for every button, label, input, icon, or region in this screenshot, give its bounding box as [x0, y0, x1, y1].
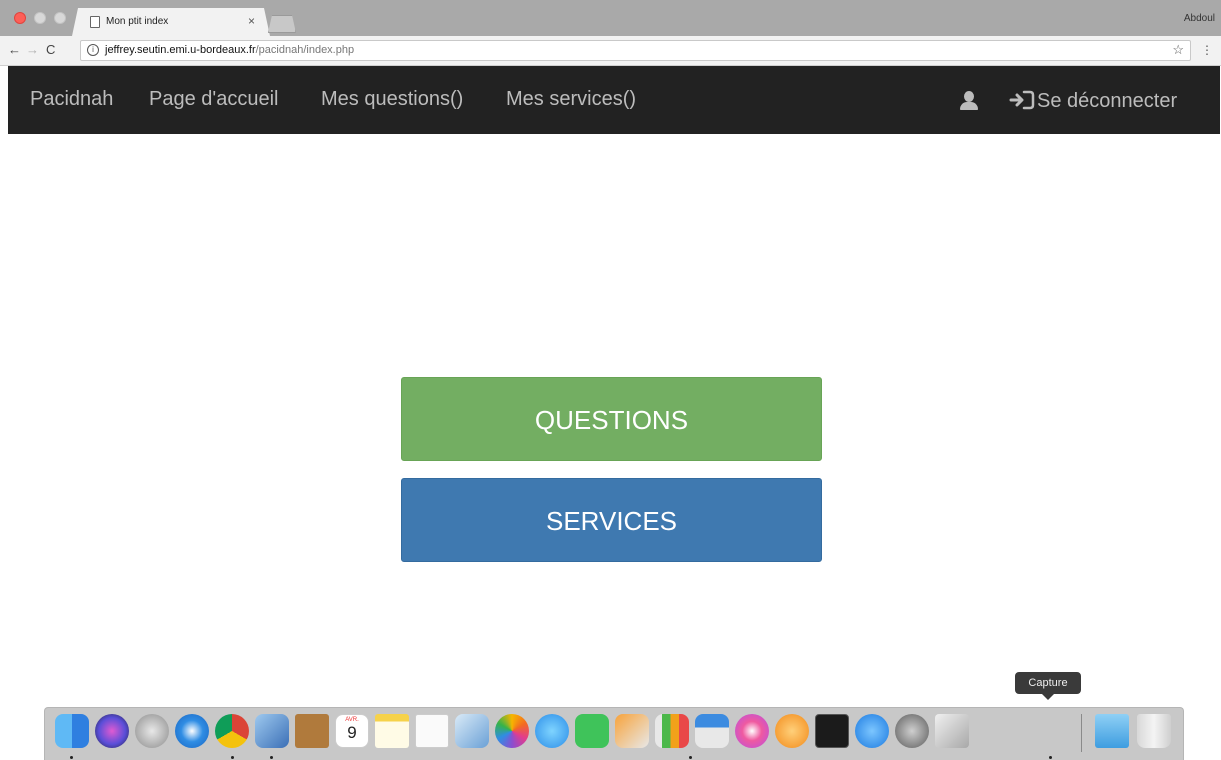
user-icon[interactable]: [959, 91, 979, 111]
browser-menu-icon[interactable]: ⋮: [1201, 43, 1213, 57]
itunes-icon[interactable]: [735, 714, 769, 748]
logout-link[interactable]: Se déconnecter: [1037, 90, 1177, 113]
browser-tab[interactable]: Mon ptit index ×: [72, 8, 270, 36]
forward-arrow-icon[interactable]: →: [26, 42, 39, 57]
reminders-icon[interactable]: [415, 714, 449, 748]
dock-separator: [1081, 714, 1082, 752]
facetime-icon[interactable]: [575, 714, 609, 748]
browser-toolbar: ← → C i jeffrey.seutin.emi.u-bordeaux.fr…: [0, 36, 1221, 66]
terminal-icon[interactable]: [815, 714, 849, 748]
questions-button[interactable]: QUESTIONS: [401, 377, 822, 461]
numbers-icon[interactable]: [655, 714, 689, 748]
preview-icon[interactable]: [255, 714, 289, 748]
calendar-icon[interactable]: AVR. 9: [335, 714, 369, 748]
siri-icon[interactable]: [95, 714, 129, 748]
nav-link-home[interactable]: Page d'accueil: [149, 88, 278, 111]
contacts-icon[interactable]: [295, 714, 329, 748]
profile-name[interactable]: Abdoul: [1184, 13, 1215, 24]
launchpad-icon[interactable]: [135, 714, 169, 748]
brand-link[interactable]: Pacidnah: [30, 88, 113, 111]
tab-close-icon[interactable]: ×: [248, 14, 255, 28]
url-path: /pacidnah/index.php: [255, 44, 355, 56]
running-indicator: [270, 756, 273, 759]
services-button[interactable]: SERVICES: [401, 478, 822, 562]
url-host: jeffrey.seutin.emi.u-bordeaux.fr: [105, 44, 256, 56]
system-preferences-icon[interactable]: [895, 714, 929, 748]
running-indicator: [1049, 756, 1052, 759]
page-icon: [90, 16, 100, 28]
ibooks-icon[interactable]: [775, 714, 809, 748]
app-store-icon[interactable]: [855, 714, 889, 748]
browser-tab-strip: Mon ptit index × Abdoul: [0, 0, 1221, 36]
trash-icon[interactable]: [1137, 714, 1171, 748]
running-indicator: [231, 756, 234, 759]
reload-icon[interactable]: C: [46, 42, 55, 57]
site-navbar: Pacidnah Page d'accueil Mes questions() …: [8, 66, 1220, 134]
url-text[interactable]: jeffrey.seutin.emi.u-bordeaux.fr/pacidna…: [105, 44, 354, 56]
new-tab-button[interactable]: [268, 15, 296, 33]
notes-icon[interactable]: [375, 714, 409, 748]
minimize-window-button[interactable]: [34, 12, 46, 24]
dock: AVR. 9: [44, 707, 1184, 760]
bookmark-star-icon[interactable]: ☆: [1172, 42, 1184, 58]
chrome-icon[interactable]: [215, 714, 249, 748]
zoom-window-button[interactable]: [54, 12, 66, 24]
messages-icon[interactable]: [535, 714, 569, 748]
sign-in-icon[interactable]: [1009, 90, 1035, 110]
running-indicator: [689, 756, 692, 759]
close-window-button[interactable]: [14, 12, 26, 24]
info-icon[interactable]: i: [87, 44, 99, 56]
downloads-folder-icon[interactable]: [1095, 714, 1129, 748]
nav-link-my-services[interactable]: Mes services(): [506, 88, 636, 111]
photos-icon[interactable]: [495, 714, 529, 748]
capture-icon[interactable]: [935, 714, 969, 748]
safari-icon[interactable]: [175, 714, 209, 748]
photo-booth-icon[interactable]: [455, 714, 489, 748]
running-indicator: [70, 756, 73, 759]
calendar-day: 9: [347, 723, 357, 742]
address-bar[interactable]: i jeffrey.seutin.emi.u-bordeaux.fr/pacid…: [80, 40, 1191, 61]
dock-tooltip: Capture: [1015, 672, 1081, 700]
nav-link-my-questions[interactable]: Mes questions(): [321, 88, 463, 111]
finder-icon[interactable]: [55, 714, 89, 748]
tab-title: Mon ptit index: [106, 16, 169, 27]
pages-icon[interactable]: [615, 714, 649, 748]
back-arrow-icon[interactable]: ←: [8, 42, 21, 57]
keynote-icon[interactable]: [695, 714, 729, 748]
